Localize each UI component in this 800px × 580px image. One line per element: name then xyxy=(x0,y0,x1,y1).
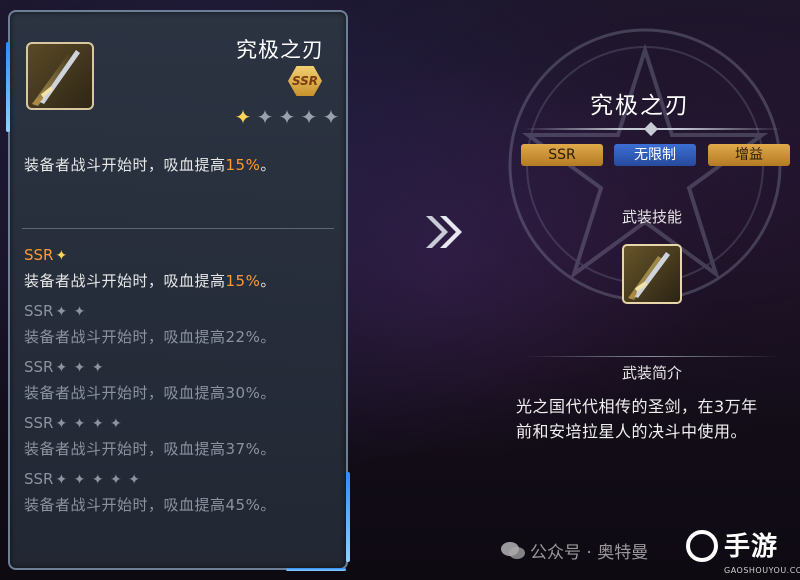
brand-logo: 手游 xyxy=(724,532,779,562)
level-4-label: SSR ✦ ✦ ✦ ✦ xyxy=(24,414,123,432)
wechat-icon xyxy=(501,542,525,559)
star-rating: ✦ ✦ ✦ ✦ ✦ xyxy=(232,102,342,132)
current-effect: 装备者战斗开始时，吸血提高15%。 xyxy=(24,156,276,174)
panel-edge-accent xyxy=(346,472,350,562)
level-2-effect: 装备者战斗开始时，吸血提高22%。 xyxy=(24,328,276,346)
sword-icon[interactable] xyxy=(26,42,94,110)
level-1-label: SSR ✦ xyxy=(24,246,69,264)
tag-restriction: 无限制 xyxy=(614,144,696,166)
level-2-label: SSR ✦ ✦ xyxy=(24,302,87,320)
intro-description: 光之国代代相传的圣剑，在3万年 前和安培拉星人的决斗中使用。 xyxy=(516,397,758,441)
detail-title: 究极之刃 xyxy=(590,93,690,119)
double-chevron-right-icon xyxy=(426,216,462,248)
skill-section-label: 武装技能 xyxy=(621,208,682,226)
level-3-label: SSR ✦ ✦ ✦ xyxy=(24,358,105,376)
intro-section-label: 武装简介 xyxy=(621,364,682,382)
level-1-effect: 装备者战斗开始时，吸血提高15%。 xyxy=(24,272,276,290)
star-icon: ✦ xyxy=(322,105,340,129)
brand-url: GAOSHOUYOU.COM xyxy=(724,566,800,575)
level-4-effect: 装备者战斗开始时，吸血提高37%。 xyxy=(24,440,276,458)
brand-logo-icon xyxy=(686,530,718,562)
star-icon: ✦ ✦ ✦ ✦ ✦ xyxy=(55,472,141,488)
tag-rarity: SSR xyxy=(521,144,603,166)
divider xyxy=(22,228,334,229)
intro-divider xyxy=(522,356,782,357)
tag-type: 增益 xyxy=(708,144,790,166)
rarity-label: SSR xyxy=(291,74,319,88)
title-underline xyxy=(522,128,782,130)
star-icon: ✦ xyxy=(55,248,69,264)
star-icon: ✦ xyxy=(278,105,296,129)
watermark-text: 公众号 · 奥特曼 xyxy=(530,543,649,563)
rarity-badge: SSR xyxy=(288,66,322,96)
star-icon: ✦ ✦ ✦ ✦ xyxy=(55,416,123,432)
panel-edge-accent xyxy=(6,42,10,132)
star-icon: ✦ xyxy=(300,105,318,129)
star-icon: ✦ ✦ ✦ xyxy=(55,360,105,376)
equipment-info-panel: 究极之刃 SSR ✦ ✦ ✦ ✦ ✦ 装备者战斗开始时，吸血提高15%。 SSR… xyxy=(6,10,350,571)
item-name: 究极之刃 xyxy=(236,38,324,62)
star-icon: ✦ xyxy=(234,105,252,129)
panel-edge-accent xyxy=(286,568,346,571)
level-5-effect: 装备者战斗开始时，吸血提高45%。 xyxy=(24,496,276,514)
star-icon: ✦ xyxy=(256,105,274,129)
sword-icon[interactable] xyxy=(622,244,682,304)
star-icon: ✦ ✦ xyxy=(55,304,87,320)
level-3-effect: 装备者战斗开始时，吸血提高30%。 xyxy=(24,384,276,402)
level-5-label: SSR ✦ ✦ ✦ ✦ ✦ xyxy=(24,470,141,488)
